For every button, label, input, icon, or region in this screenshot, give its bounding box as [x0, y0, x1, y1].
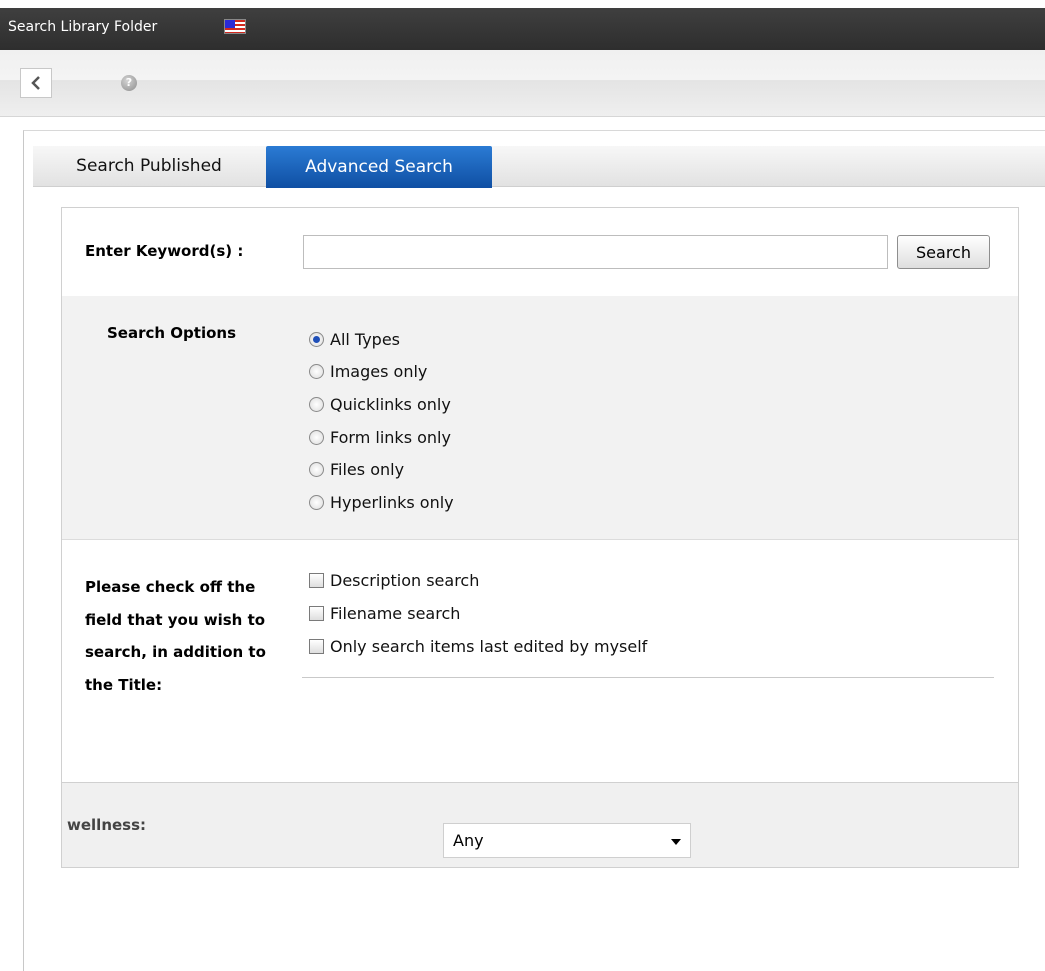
- radio-button[interactable]: [309, 363, 324, 379]
- radio-label: Files only: [330, 459, 405, 479]
- wellness-label: wellness:: [67, 816, 147, 834]
- radio-button[interactable]: [309, 429, 324, 445]
- search-button[interactable]: Search: [897, 235, 990, 269]
- us-flag-icon: [224, 19, 246, 34]
- radio-button[interactable]: [309, 494, 324, 510]
- radio-label: Images only: [330, 361, 428, 381]
- wellness-selected-value: Any: [453, 831, 484, 850]
- help-icon[interactable]: ?: [121, 75, 137, 91]
- radio-images-only[interactable]: Images only: [309, 359, 427, 383]
- back-button[interactable]: [20, 68, 52, 98]
- fields-label: Please check off the field that you wish…: [85, 578, 266, 694]
- radio-files-only[interactable]: Files only: [309, 457, 404, 481]
- chevron-left-icon: [31, 76, 40, 90]
- radio-form-links-only[interactable]: Form links only: [309, 425, 451, 449]
- title-bar: Search Library Folder: [0, 0, 1045, 50]
- tab-advanced-search[interactable]: Advanced Search: [266, 146, 492, 188]
- keyword-label: Enter Keyword(s) :: [85, 242, 244, 260]
- radio-label: Hyperlinks only: [330, 492, 454, 512]
- checkbox-label: Only search items last edited by myself: [330, 636, 648, 656]
- checkbox[interactable]: [309, 605, 324, 621]
- radio-button-checked[interactable]: [309, 331, 324, 347]
- radio-all-types[interactable]: All Types: [309, 327, 400, 351]
- checkbox-only-my-edits[interactable]: Only search items last edited by myself: [309, 634, 647, 658]
- toolbar: [0, 50, 1045, 117]
- radio-label: Quicklinks only: [330, 394, 451, 414]
- search-options-label: Search Options: [107, 324, 237, 342]
- wellness-select[interactable]: Any: [443, 823, 691, 858]
- radio-label: Form links only: [330, 427, 451, 447]
- radio-hyperlinks-only[interactable]: Hyperlinks only: [309, 490, 454, 514]
- keyword-input[interactable]: [303, 235, 888, 269]
- dropdown-arrow-icon: [671, 839, 681, 845]
- divider: [302, 677, 994, 678]
- radio-button[interactable]: [309, 396, 324, 412]
- radio-label: All Types: [330, 329, 401, 349]
- checkbox-description-search[interactable]: Description search: [309, 568, 479, 592]
- checkbox-label: Filename search: [330, 603, 461, 623]
- checkbox-label: Description search: [330, 570, 480, 590]
- checkbox[interactable]: [309, 572, 324, 588]
- radio-quicklinks-only[interactable]: Quicklinks only: [309, 392, 451, 416]
- radio-button[interactable]: [309, 461, 324, 477]
- checkbox-filename-search[interactable]: Filename search: [309, 601, 460, 625]
- tab-search-published[interactable]: Search Published: [33, 146, 265, 186]
- window-title: Search Library Folder: [8, 19, 158, 35]
- checkbox[interactable]: [309, 638, 324, 654]
